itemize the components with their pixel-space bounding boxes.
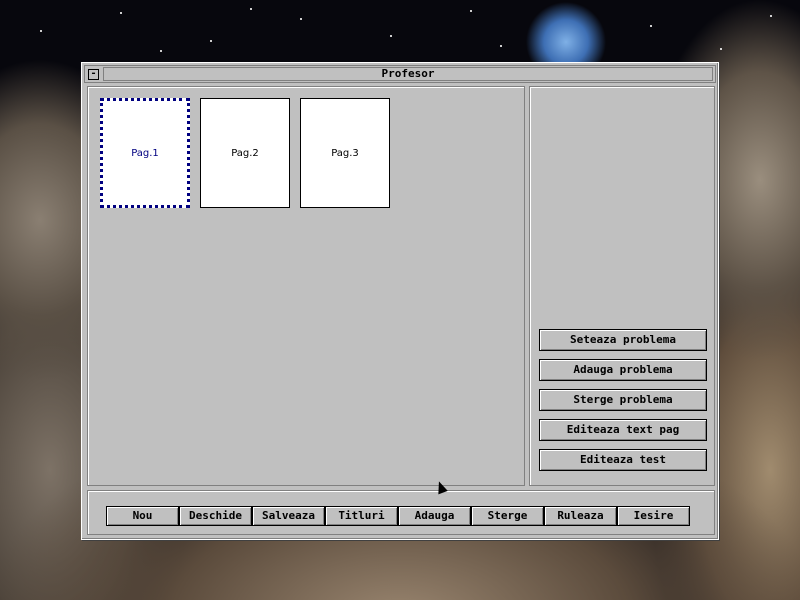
title-bar: - Profesor [84,65,716,83]
edit-page-text-button[interactable]: Editeaza text pag [539,419,707,441]
exit-button[interactable]: Iesire [617,506,690,526]
edit-test-button[interactable]: Editeaza test [539,449,707,471]
add-button[interactable]: Adauga [398,506,471,526]
page-label: Pag.2 [231,147,259,159]
page-thumbnail-1[interactable]: Pag.1 [100,98,190,208]
add-problem-button[interactable]: Adauga problema [539,359,707,381]
page-thumbnail-3[interactable]: Pag.3 [300,98,390,208]
delete-button[interactable]: Sterge [471,506,544,526]
run-button[interactable]: Ruleaza [544,506,617,526]
page-label: Pag.1 [131,147,159,159]
new-button[interactable]: Nou [106,506,179,526]
problem-actions-panel: Seteaza problema Adauga problema Sterge … [529,86,715,486]
system-menu-button[interactable]: - [88,69,99,80]
save-button[interactable]: Salveaza [252,506,325,526]
open-button[interactable]: Deschide [179,506,252,526]
bottom-toolbar: Nou Deschide Salveaza Titluri Adauga Ste… [87,490,715,535]
page-thumbnail-2[interactable]: Pag.2 [200,98,290,208]
delete-problem-button[interactable]: Sterge problema [539,389,707,411]
page-label: Pag.3 [331,147,359,159]
window-title: Profesor [103,67,713,81]
set-problem-button[interactable]: Seteaza problema [539,329,707,351]
titles-button[interactable]: Titluri [325,506,398,526]
profesor-window: - Profesor Pag.1 Pag.2 Pag.3 Seteaza pro… [81,62,719,540]
pages-panel: Pag.1 Pag.2 Pag.3 [87,86,525,486]
